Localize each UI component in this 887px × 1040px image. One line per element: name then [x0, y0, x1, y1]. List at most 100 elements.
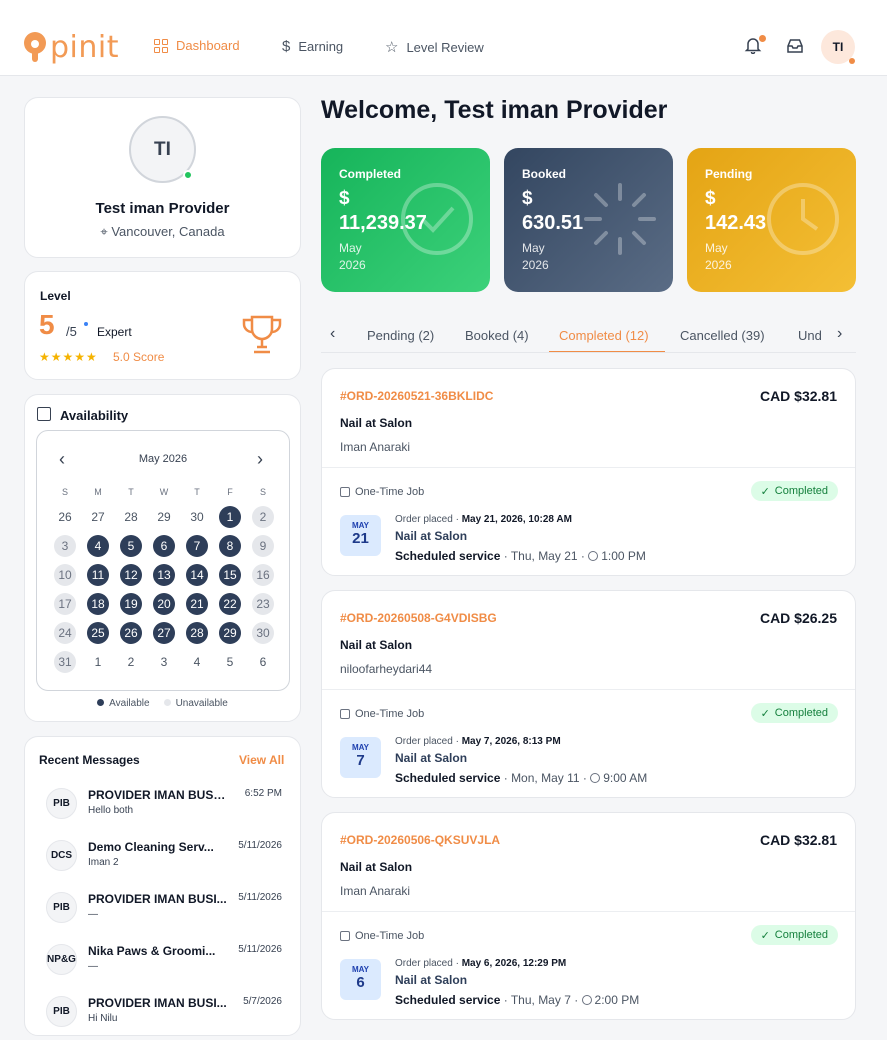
availability-title: Availability — [60, 408, 129, 423]
message-sender: PROVIDER IMAN BUSIN... — [88, 788, 228, 802]
tab-und[interactable]: Und — [798, 328, 822, 343]
view-all-link[interactable]: View All — [239, 753, 284, 767]
grid-icon — [154, 38, 168, 53]
calendar-day[interactable]: 20 — [153, 593, 175, 615]
message-item[interactable]: PIB PROVIDER IMAN BUSI... Hi Nilu 5/7/2026 — [25, 996, 302, 1040]
calendar-day[interactable]: 4 — [186, 651, 208, 673]
calendar-day[interactable]: 9 — [252, 535, 274, 557]
scheduled-time: 9:00 AM — [603, 771, 648, 785]
chevron-left-icon[interactable]: ‹ — [330, 325, 335, 343]
calendar-day[interactable]: 27 — [153, 622, 175, 644]
tab-cancelled[interactable]: Cancelled (39) — [680, 328, 765, 343]
calendar-day[interactable]: 2 — [120, 651, 142, 673]
calendar-day[interactable]: 27 — [87, 506, 109, 528]
order-card[interactable]: #ORD-20260506-QKSUVJLA CAD $32.81 Nail at … — [321, 812, 856, 1020]
calendar-day[interactable]: 10 — [54, 564, 76, 586]
calendar-day[interactable]: 13 — [153, 564, 175, 586]
nav-earning[interactable]: $ Earning — [282, 38, 343, 55]
level-score: 5.0 Score — [113, 350, 165, 364]
order-id[interactable]: #ORD-20260506-QKSUVJLA — [340, 833, 500, 847]
message-preview: Hi Nilu — [88, 1013, 118, 1024]
divider — [322, 911, 855, 912]
calendar-day[interactable]: 22 — [219, 593, 241, 615]
legend-unavailable: Unavailable — [163, 698, 228, 709]
order-type-label: One-Time Job — [355, 930, 425, 942]
message-item[interactable]: DCS Demo Cleaning Serv... Iman 2 5/11/2026 — [25, 840, 302, 884]
chevron-right-icon[interactable]: › — [837, 325, 842, 343]
calendar-day[interactable]: 30 — [252, 622, 274, 644]
calendar-legend: Available Unavailable — [25, 698, 300, 709]
order-service-link[interactable]: Nail at Salon — [395, 973, 467, 987]
order-service-link[interactable]: Nail at Salon — [395, 751, 467, 765]
calendar-day[interactable]: 5 — [219, 651, 241, 673]
calendar-day[interactable]: 7 — [186, 535, 208, 557]
calendar-day[interactable]: 26 — [120, 622, 142, 644]
calendar-day[interactable]: 3 — [54, 535, 76, 557]
scheduled-service-label: Scheduled service — [395, 771, 501, 785]
calendar-day[interactable]: 4 — [87, 535, 109, 557]
message-item[interactable]: PIB PROVIDER IMAN BUSI... — 5/11/2026 — [25, 892, 302, 936]
calendar-day[interactable]: 28 — [120, 506, 142, 528]
message-preview: Hello both — [88, 805, 134, 816]
stat-card-completed[interactable]: Completed $ 11,239.37 May 2026 — [321, 148, 490, 292]
calendar-day[interactable]: 12 — [120, 564, 142, 586]
order-id[interactable]: #ORD-20260521-36BKLIDC — [340, 389, 493, 403]
calendar-day[interactable]: 2 — [252, 506, 274, 528]
nav-level-review[interactable]: ☆ Level Review — [385, 38, 484, 56]
weekday-label: S — [61, 487, 68, 497]
calendar-day[interactable]: 18 — [87, 593, 109, 615]
calendar-day[interactable]: 6 — [252, 651, 274, 673]
calendar-day[interactable]: 14 — [186, 564, 208, 586]
calendar-day[interactable]: 1 — [219, 506, 241, 528]
nav-dashboard[interactable]: Dashboard — [154, 38, 240, 53]
message-sender: PROVIDER IMAN BUSI... — [88, 892, 227, 906]
chevron-right-icon[interactable]: › — [257, 449, 263, 470]
calendar-day[interactable]: 30 — [186, 506, 208, 528]
calendar-day[interactable]: 19 — [120, 593, 142, 615]
inbox-icon[interactable] — [786, 38, 804, 54]
calendar-day[interactable]: 28 — [186, 622, 208, 644]
calendar-day[interactable]: 29 — [219, 622, 241, 644]
calendar-day[interactable]: 24 — [54, 622, 76, 644]
date-badge-month: MAY — [351, 743, 370, 752]
pinit-logo[interactable]: pinit — [24, 30, 119, 65]
message-avatar: PIB — [46, 892, 77, 923]
calendar-day[interactable]: 26 — [54, 506, 76, 528]
order-service-link[interactable]: Nail at Salon — [395, 529, 467, 543]
stat-card-booked[interactable]: Booked $ 630.51 May 2026 — [504, 148, 673, 292]
calendar-day[interactable]: 6 — [153, 535, 175, 557]
calendar-day[interactable]: 21 — [186, 593, 208, 615]
tab-booked[interactable]: Booked (4) — [465, 328, 529, 343]
order-id[interactable]: #ORD-20260508-G4VDISBG — [340, 611, 497, 625]
level-max: /5 — [66, 324, 77, 339]
calendar-day[interactable]: 17 — [54, 593, 76, 615]
calendar-day[interactable]: 23 — [252, 593, 274, 615]
message-item[interactable]: NP&G Nika Paws & Groomi... — 5/11/2026 — [25, 944, 302, 988]
date-badge: MAY 6 — [340, 959, 381, 1000]
tab-pending[interactable]: Pending (2) — [367, 328, 434, 343]
order-card[interactable]: #ORD-20260521-36BKLIDC CAD $32.81 Nail at … — [321, 368, 856, 576]
order-card[interactable]: #ORD-20260508-G4VDISBG CAD $26.25 Nail at … — [321, 590, 856, 798]
calendar-day[interactable]: 15 — [219, 564, 241, 586]
calendar-day[interactable]: 5 — [120, 535, 142, 557]
scheduled-service-label: Scheduled service — [395, 993, 501, 1007]
stat-month: May — [522, 241, 545, 255]
calendar-day[interactable]: 29 — [153, 506, 175, 528]
calendar-day[interactable]: 1 — [87, 651, 109, 673]
availability-card: Availability ‹ May 2026 › S M T W T F S 26 27 28 2… — [24, 394, 301, 722]
nav-earning-label: Earning — [298, 39, 344, 54]
message-time: 5/11/2026 — [238, 892, 282, 903]
order-service: Nail at Salon — [340, 638, 413, 652]
weekday-label: W — [159, 487, 169, 497]
calendar-day[interactable]: 3 — [153, 651, 175, 673]
calendar-day[interactable]: 8 — [219, 535, 241, 557]
order-placed-datetime: May 7, 2026, 8:13 PM — [461, 736, 561, 747]
clock-icon — [767, 183, 839, 255]
calendar-day[interactable]: 25 — [87, 622, 109, 644]
message-item[interactable]: PIB PROVIDER IMAN BUSIN... Hello both 6:52 … — [25, 788, 302, 832]
calendar-day[interactable]: 11 — [87, 564, 109, 586]
calendar-day[interactable]: 16 — [252, 564, 274, 586]
stat-card-pending[interactable]: Pending $ 142.43 May 2026 — [687, 148, 856, 292]
tab-completed[interactable]: Completed (12) — [559, 328, 649, 343]
calendar-day[interactable]: 31 — [54, 651, 76, 673]
